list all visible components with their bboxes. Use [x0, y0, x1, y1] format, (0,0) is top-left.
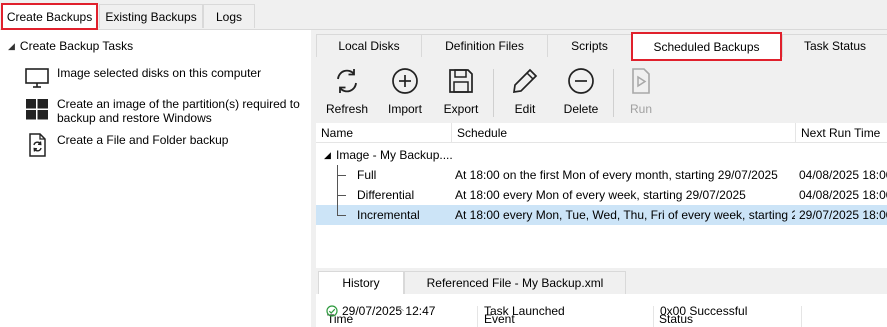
- group-row[interactable]: ◢ Image - My Backup....: [316, 145, 887, 165]
- task-image-windows-partitions[interactable]: Create an image of the partition(s) requ…: [25, 97, 307, 125]
- export-button[interactable]: Export: [438, 67, 484, 119]
- main-tab-bar: Create Backups Existing Backups Logs: [0, 0, 887, 30]
- minus-circle-icon: [568, 68, 594, 94]
- history-event: Task Launched: [484, 304, 565, 318]
- save-floppy-icon: [449, 69, 473, 93]
- tab-existing-backups[interactable]: Existing Backups: [99, 4, 203, 28]
- tree-line: [337, 205, 338, 215]
- tab-local-disks[interactable]: Local Disks: [316, 34, 421, 57]
- run-label: Run: [629, 102, 652, 116]
- tab-logs[interactable]: Logs: [203, 4, 255, 28]
- edit-label: Edit: [514, 102, 536, 116]
- table-row[interactable]: Differential At 18:00 every Mon of every…: [316, 185, 887, 205]
- tab-scripts[interactable]: Scripts: [547, 34, 631, 57]
- tab-referenced-file[interactable]: Referenced File - My Backup.xml: [404, 271, 626, 294]
- tab-create-backups[interactable]: Create Backups: [1, 3, 98, 30]
- toolbar: Refresh Import Export Edit Delete Run: [316, 61, 887, 123]
- row-name: Incremental: [357, 208, 420, 222]
- tab-task-status[interactable]: Task Status: [782, 34, 887, 57]
- import-button[interactable]: Import: [382, 67, 428, 119]
- row-schedule: At 18:00 every Mon of every week, starti…: [455, 188, 746, 202]
- history-row[interactable]: 29/07/2025 12:47 Task Launched 0x00 Succ…: [316, 303, 887, 321]
- toolbar-separator: [493, 69, 494, 117]
- success-check-icon: [326, 305, 338, 317]
- tree-line: [337, 215, 346, 216]
- refresh-button[interactable]: Refresh: [324, 67, 370, 119]
- plus-circle-icon: [392, 68, 418, 94]
- row-name: Full: [357, 168, 377, 182]
- delete-button[interactable]: Delete: [558, 67, 604, 119]
- table-row[interactable]: Full At 18:00 on the first Mon of every …: [316, 165, 887, 185]
- monitor-icon: [25, 68, 49, 88]
- task-image-selected-disks[interactable]: Image selected disks on this computer: [25, 66, 307, 90]
- run-button[interactable]: Run: [621, 67, 661, 119]
- toolbar-separator: [613, 69, 614, 117]
- export-label: Export: [443, 102, 479, 116]
- tab-history[interactable]: History: [318, 271, 404, 294]
- row-next-run: 29/07/2025 18:00: [799, 208, 887, 222]
- table-header: Name Schedule Next Run Time: [316, 123, 887, 143]
- pencil-icon: [512, 68, 538, 94]
- import-label: Import: [387, 102, 422, 116]
- create-backup-tasks-header[interactable]: ◢ Create Backup Tasks: [8, 39, 133, 53]
- column-header-schedule[interactable]: Schedule: [457, 126, 507, 140]
- edit-button[interactable]: Edit: [502, 67, 548, 119]
- column-header-next-run[interactable]: Next Run Time: [801, 126, 880, 140]
- tab-scheduled-backups[interactable]: Scheduled Backups: [631, 32, 782, 61]
- group-name: Image - My Backup....: [336, 148, 453, 162]
- tab-definition-files[interactable]: Definition Files: [421, 34, 547, 57]
- row-schedule: At 18:00 on the first Mon of every month…: [455, 168, 778, 182]
- task-label[interactable]: Create a File and Folder backup: [57, 133, 307, 157]
- row-next-run: 04/08/2025 18:00: [799, 168, 887, 182]
- history-time: 29/07/2025 12:47: [342, 304, 436, 318]
- history-status: 0x00 Successful: [660, 304, 748, 318]
- file-sync-icon: [29, 133, 46, 157]
- column-divider[interactable]: [795, 123, 796, 143]
- task-label[interactable]: Image selected disks on this computer: [57, 66, 307, 90]
- column-divider[interactable]: [451, 123, 452, 143]
- row-schedule: At 18:00 every Mon, Tue, Wed, Thu, Fri o…: [455, 208, 795, 222]
- right-area: Local Disks Definition Files Scripts Sch…: [316, 30, 887, 327]
- task-file-folder-backup[interactable]: Create a File and Folder backup: [25, 133, 307, 157]
- collapse-triangle-icon[interactable]: ◢: [324, 150, 331, 161]
- bottom-tab-bar: History Referenced File - My Backup.xml: [316, 268, 887, 294]
- delete-label: Delete: [563, 102, 599, 116]
- table-row-selected[interactable]: Incremental At 18:00 every Mon, Tue, Wed…: [316, 205, 887, 225]
- row-next-run: 04/08/2025 18:00: [799, 188, 887, 202]
- create-backup-panel: ◢ Create Backup Tasks Image selected dis…: [0, 30, 311, 327]
- refresh-label: Refresh: [325, 102, 369, 116]
- task-label[interactable]: Create an image of the partition(s) requ…: [57, 97, 307, 125]
- row-name: Differential: [357, 188, 415, 202]
- section-title: Create Backup Tasks: [19, 39, 134, 53]
- run-file-icon: [632, 68, 650, 94]
- schedule-table: Name Schedule Next Run Time ◢ Image - My…: [316, 123, 887, 268]
- collapse-triangle-icon[interactable]: ◢: [8, 41, 15, 52]
- column-header-name[interactable]: Name: [321, 126, 353, 140]
- refresh-icon: [337, 69, 357, 93]
- windows-logo-icon: [26, 99, 48, 120]
